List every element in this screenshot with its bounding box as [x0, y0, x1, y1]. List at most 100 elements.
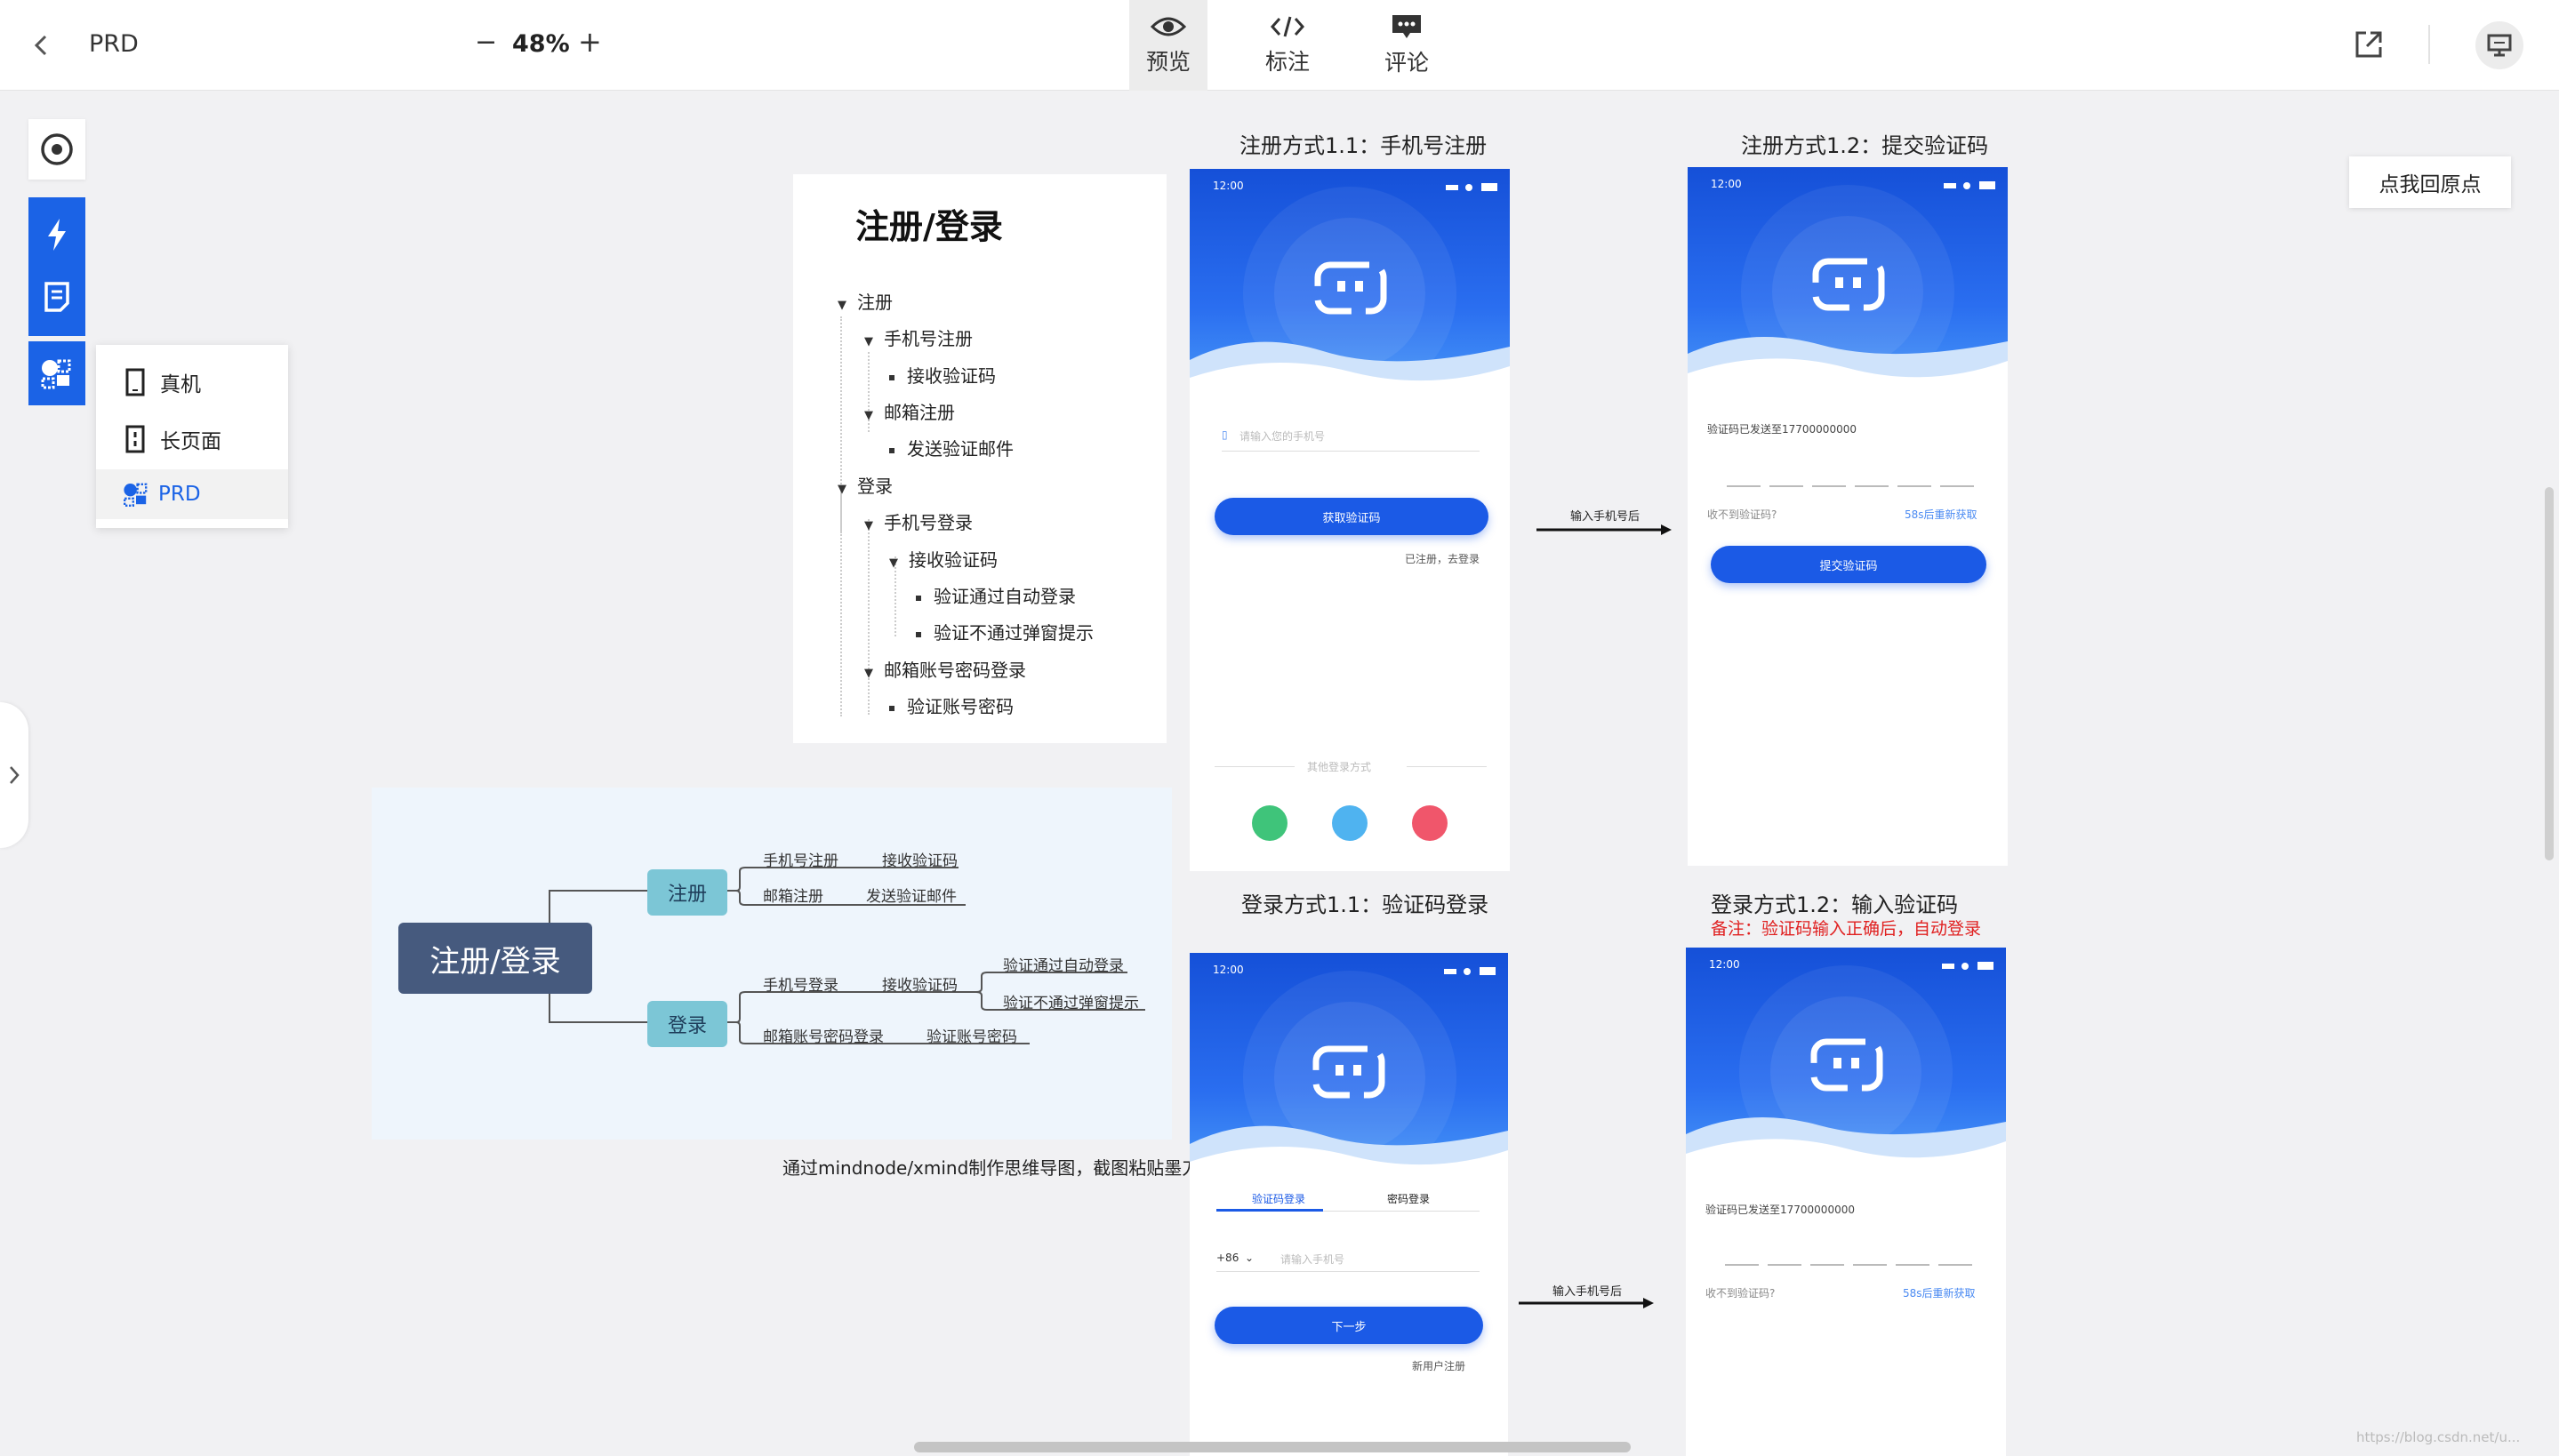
qq-icon[interactable]: [1332, 805, 1368, 841]
code-input[interactable]: [1727, 485, 1976, 487]
view-mode-menu: 真机 长页面 PRD: [96, 345, 288, 528]
not-received-link[interactable]: 收不到验证码?: [1707, 507, 1777, 522]
menu-item-long-page-label: 长页面: [160, 430, 221, 453]
menu-item-device-label: 真机: [160, 373, 201, 396]
zoom-out-button[interactable]: −: [475, 27, 497, 58]
tab-preview-label: 预览: [1145, 49, 1191, 75]
back-arrow-icon[interactable]: [30, 30, 52, 60]
comment-icon: [1392, 15, 1421, 38]
get-code-button[interactable]: 获取验证码: [1215, 498, 1488, 535]
outline-item: 验证不通过弹窗提示: [916, 619, 1094, 644]
other-login-label: 其他登录方式: [1307, 761, 1372, 773]
robot-face-icon: [1314, 261, 1387, 315]
share-icon[interactable]: [2353, 28, 2385, 64]
code-icon: [1270, 16, 1305, 37]
resend-countdown[interactable]: 58s后重新获取: [1905, 507, 1977, 522]
status-icons: [1944, 181, 1995, 189]
chevron-right-icon: [10, 766, 20, 784]
screen-title: 注册方式1.1：手机号注册: [1239, 133, 1488, 158]
wechat-icon[interactable]: [1252, 805, 1288, 841]
zoom-in-button[interactable]: +: [578, 25, 602, 59]
screen-title: 登录方式1.1：验证码登录: [1241, 892, 1489, 917]
outline-item: 验证通过自动登录: [916, 582, 1076, 608]
submit-code-button[interactable]: 提交验证码: [1711, 546, 1986, 583]
zoom-level: 48%: [512, 30, 570, 58]
input-underline: [1216, 1271, 1480, 1272]
outline-item: ▼ 邮箱注册: [864, 402, 955, 423]
view-mode-button[interactable]: [28, 341, 85, 405]
menu-item-long-page[interactable]: 长页面: [96, 414, 288, 464]
presentation-icon: [2487, 34, 2512, 57]
screen-login-verify: 12:00 验证码已发送至17700000000 收不到验证码? 58s后重新获…: [1686, 948, 2006, 1456]
tab-preview[interactable]: 预览: [1129, 0, 1207, 91]
mindmap-card: 注册/登录 注册 登录 手机号注册 接收验证码 邮箱注册 发送验证邮件 手机号登…: [372, 788, 1172, 1140]
screen-title: 登录方式1.2：输入验证码: [1711, 892, 1959, 917]
register-link[interactable]: 新用户注册: [1412, 1358, 1465, 1373]
next-button[interactable]: 下一步: [1215, 1307, 1483, 1344]
long-page-icon: [125, 425, 145, 453]
document-icon: [44, 282, 69, 312]
status-icons: [1942, 962, 1993, 970]
notes-button[interactable]: [28, 270, 85, 324]
outline-guide: [868, 519, 870, 715]
interaction-button[interactable]: [28, 208, 85, 261]
resend-countdown[interactable]: 58s后重新获取: [1903, 1285, 1976, 1300]
vertical-scrollbar[interactable]: [2545, 487, 2554, 860]
status-time: 12:00: [1711, 178, 1742, 190]
outline-title: 注册/登录: [855, 207, 1003, 246]
tab-comment-label: 评论: [1384, 50, 1429, 76]
robot-face-icon: [1812, 258, 1885, 311]
horizontal-scrollbar[interactable]: [914, 1442, 1631, 1452]
lightning-icon: [48, 219, 66, 251]
divider: [1215, 766, 1295, 767]
mindmap-node-login: 登录: [647, 1001, 727, 1047]
mindmap-leaf: 邮箱账号密码登录: [763, 1028, 884, 1046]
mindmap-leaf: 验证通过自动登录: [1003, 957, 1124, 975]
outline-item: ▼ 注册: [838, 292, 893, 313]
status-icons: [1444, 967, 1496, 975]
phone-placeholder: 请输入您的手机号: [1239, 430, 1326, 443]
menu-item-prd-label: PRD: [158, 483, 201, 506]
mindmap-leaf: 邮箱注册: [763, 888, 823, 906]
not-received-link[interactable]: 收不到验证码?: [1705, 1285, 1775, 1300]
screen-note: 备注：验证码输入正确后，自动登录: [1711, 919, 1982, 939]
mindmap-leaf: 接收验证码: [882, 977, 958, 995]
country-code-select[interactable]: +86: [1216, 1252, 1239, 1264]
tab-code-login[interactable]: 验证码登录: [1252, 1191, 1305, 1206]
tab-comment[interactable]: 评论: [1368, 0, 1446, 91]
outline-item: 发送验证邮件: [889, 435, 1014, 460]
phone-icon: ▯: [1222, 428, 1228, 441]
menu-item-prd[interactable]: PRD: [96, 469, 288, 519]
phone-icon: [125, 368, 145, 396]
tab-annotation[interactable]: 标注: [1248, 0, 1327, 91]
sidebar-expand-button[interactable]: [0, 702, 28, 848]
mindmap-leaf: 验证账号密码: [927, 1028, 1017, 1046]
menu-item-device[interactable]: 真机: [96, 357, 288, 407]
tab-annotation-label: 标注: [1264, 49, 1310, 75]
code-input[interactable]: [1725, 1264, 1974, 1266]
reset-origin-button[interactable]: 点我回原点: [2349, 156, 2511, 208]
screen-title: 注册方式1.2：提交验证码: [1741, 133, 1989, 158]
top-bar: PRD − 48% + 预览 标注 评论: [0, 0, 2559, 91]
tab-password-login[interactable]: 密码登录: [1387, 1191, 1430, 1206]
mindmap-leaf: 接收验证码: [882, 852, 958, 870]
login-link[interactable]: 已注册，去登录: [1405, 551, 1480, 566]
phone-placeholder[interactable]: 请输入手机号: [1280, 1252, 1344, 1267]
chevron-down-icon[interactable]: ⌄: [1245, 1252, 1254, 1264]
outline-card: 注册/登录 ▼ 注册 ▼ 手机号注册 接收验证码 ▼ 邮箱注册 发送验证邮件 ▼ 登录 …: [793, 174, 1167, 743]
phone-input[interactable]: ▯ 请输入您的手机号: [1222, 428, 1480, 452]
prd-icon: [41, 359, 71, 389]
presentation-button[interactable]: [2475, 21, 2523, 69]
project-title: PRD: [89, 30, 139, 58]
outline-item: ▼ 邮箱账号密码登录: [864, 660, 1026, 681]
eye-icon: [1151, 17, 1186, 36]
weibo-icon[interactable]: [1412, 805, 1448, 841]
mindmap-caption: 通过mindnode/xmind制作思维导图，截图粘贴墨刀: [782, 1157, 1200, 1179]
status-time: 12:00: [1709, 958, 1740, 971]
mindmap-leaf: 发送验证邮件: [866, 888, 957, 906]
target-button[interactable]: [28, 119, 85, 180]
outline-item: ▼ 登录: [838, 476, 893, 497]
mindmap-leaf: 验证不通过弹窗提示: [1003, 995, 1139, 1012]
mindmap-leaf: 手机号登录: [763, 977, 838, 995]
status-icons: [1446, 183, 1497, 191]
